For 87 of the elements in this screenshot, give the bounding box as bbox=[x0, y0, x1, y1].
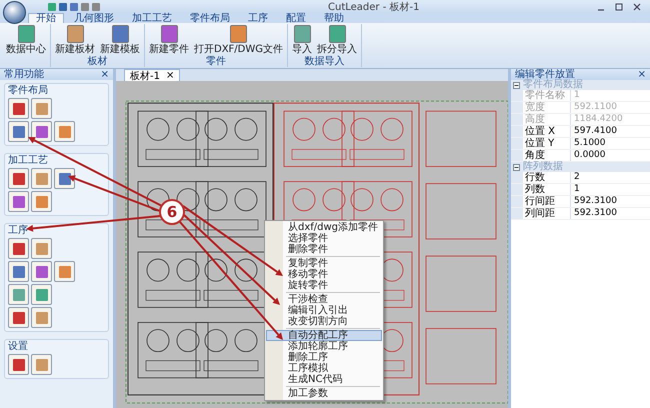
ribbon-tab[interactable]: 零件布局 bbox=[182, 13, 238, 23]
group-label: 板材 bbox=[86, 57, 108, 67]
property-name: 零件名称 bbox=[523, 90, 571, 101]
ribbon-button[interactable]: 数据中心 bbox=[4, 24, 48, 67]
panel-title: 常用功能 bbox=[4, 69, 44, 80]
menu-item[interactable]: 选择零件 bbox=[266, 233, 382, 244]
group-label: 零件布局 bbox=[8, 85, 49, 96]
group-label: 设置 bbox=[8, 341, 29, 352]
menu-item[interactable]: 加工参数 bbox=[266, 388, 382, 399]
maximize-icon[interactable] bbox=[614, 2, 624, 12]
ribbon-tab[interactable]: 开始 bbox=[28, 13, 64, 23]
ribbon-tab[interactable]: 工序 bbox=[240, 13, 276, 23]
ribbon-button[interactable]: 新建模板 bbox=[98, 24, 142, 57]
property-value[interactable]: 592.3100 bbox=[571, 208, 650, 219]
tool-button[interactable] bbox=[31, 121, 52, 142]
tool-button[interactable] bbox=[31, 307, 52, 328]
property-value[interactable]: 0.0000 bbox=[571, 150, 650, 161]
section-title: 零件布局数据 bbox=[523, 80, 583, 90]
tool-button[interactable] bbox=[31, 261, 52, 282]
group-label: 工序 bbox=[8, 225, 29, 236]
property-value[interactable]: 2 bbox=[571, 172, 650, 183]
menu-item[interactable]: 干涉检查 bbox=[266, 294, 382, 305]
tool-button[interactable] bbox=[31, 168, 52, 189]
tool-button[interactable] bbox=[8, 121, 29, 142]
menu-item[interactable]: 生成NC代码 bbox=[266, 374, 382, 385]
tool-button[interactable] bbox=[8, 354, 29, 375]
tool-button[interactable] bbox=[8, 307, 29, 328]
close-button[interactable]: × bbox=[166, 70, 174, 81]
property-value[interactable]: 597.4100 bbox=[571, 126, 650, 137]
menu-item[interactable]: 自动分配工序 bbox=[266, 330, 382, 341]
ribbon-tab[interactable]: 配置 bbox=[278, 13, 314, 23]
ribbon-button[interactable]: 导入 bbox=[290, 24, 314, 57]
tool-button[interactable] bbox=[54, 168, 75, 189]
property-name: 位置 Y bbox=[523, 138, 571, 149]
group-label: 加工工艺 bbox=[8, 155, 49, 166]
tool-button[interactable] bbox=[31, 284, 52, 305]
property-value[interactable]: 1 bbox=[571, 184, 650, 195]
menu-item[interactable]: 改变切割方向 bbox=[266, 316, 382, 327]
tool-button[interactable] bbox=[8, 98, 29, 119]
menu-item[interactable]: 工序模拟 bbox=[266, 363, 382, 374]
property-name: 角度 bbox=[523, 150, 571, 161]
close-button[interactable]: × bbox=[100, 69, 109, 80]
panel-title: 编辑零件放置 bbox=[515, 69, 575, 80]
tool-button[interactable] bbox=[54, 121, 75, 142]
tool-button[interactable] bbox=[54, 261, 75, 282]
tool-button[interactable] bbox=[8, 261, 29, 282]
ribbon-tab[interactable]: 几何图形 bbox=[66, 13, 122, 23]
tool-button[interactable] bbox=[8, 238, 29, 259]
tool-button[interactable] bbox=[31, 354, 52, 375]
property-name: 列间距 bbox=[523, 208, 571, 219]
menu-item[interactable]: 旋转零件 bbox=[266, 280, 382, 291]
property-name: 行间距 bbox=[523, 196, 571, 207]
menu-item[interactable]: 复制零件 bbox=[266, 258, 382, 269]
tool-button[interactable] bbox=[8, 284, 29, 305]
menu-item[interactable]: 移动零件 bbox=[266, 269, 382, 280]
window-title: CutLeader - 板材-1 bbox=[328, 0, 420, 12]
menu-item[interactable]: 从dxf/dwg添加零件 bbox=[266, 222, 382, 233]
group-label: 零件 bbox=[205, 57, 227, 67]
property-name: 宽度 bbox=[523, 102, 571, 113]
ribbon-button[interactable]: 新建板材 bbox=[53, 24, 97, 57]
menu-item[interactable]: 添加轮廓工序 bbox=[266, 341, 382, 352]
close-icon[interactable] bbox=[632, 2, 642, 12]
document-tab[interactable]: 板材-1 × bbox=[124, 69, 180, 81]
ribbon-tab[interactable]: 帮助 bbox=[316, 13, 352, 23]
property-name: 高度 bbox=[523, 114, 571, 125]
tool-button[interactable] bbox=[31, 98, 52, 119]
property-name: 列数 bbox=[523, 184, 571, 195]
group-label: 数据导入 bbox=[304, 57, 346, 67]
property-value[interactable]: 5.1000 bbox=[571, 138, 650, 149]
menu-item[interactable]: 删除工序 bbox=[266, 352, 382, 363]
collapse-icon[interactable] bbox=[513, 82, 520, 88]
tool-button[interactable] bbox=[8, 191, 29, 212]
section-title: 阵列数据 bbox=[523, 162, 563, 172]
ribbon-button[interactable]: 打开DXF/DWG文件 bbox=[192, 24, 286, 57]
tool-button[interactable] bbox=[31, 191, 52, 212]
property-name: 位置 X bbox=[523, 126, 571, 137]
ribbon-button[interactable]: 拆分导入 bbox=[315, 24, 360, 57]
tool-button[interactable] bbox=[31, 238, 52, 259]
menu-item[interactable]: 删除零件 bbox=[266, 244, 382, 255]
menu-item[interactable]: 编辑引入引出 bbox=[266, 305, 382, 316]
property-value[interactable]: 592.3100 bbox=[571, 196, 650, 207]
ribbon-button[interactable]: 新建零件 bbox=[147, 24, 191, 57]
property-name: 行数 bbox=[523, 172, 571, 183]
close-button[interactable]: × bbox=[638, 69, 646, 80]
ribbon-tab[interactable]: 加工工艺 bbox=[124, 13, 180, 23]
tool-button[interactable] bbox=[8, 168, 29, 189]
collapse-icon[interactable] bbox=[513, 164, 520, 170]
